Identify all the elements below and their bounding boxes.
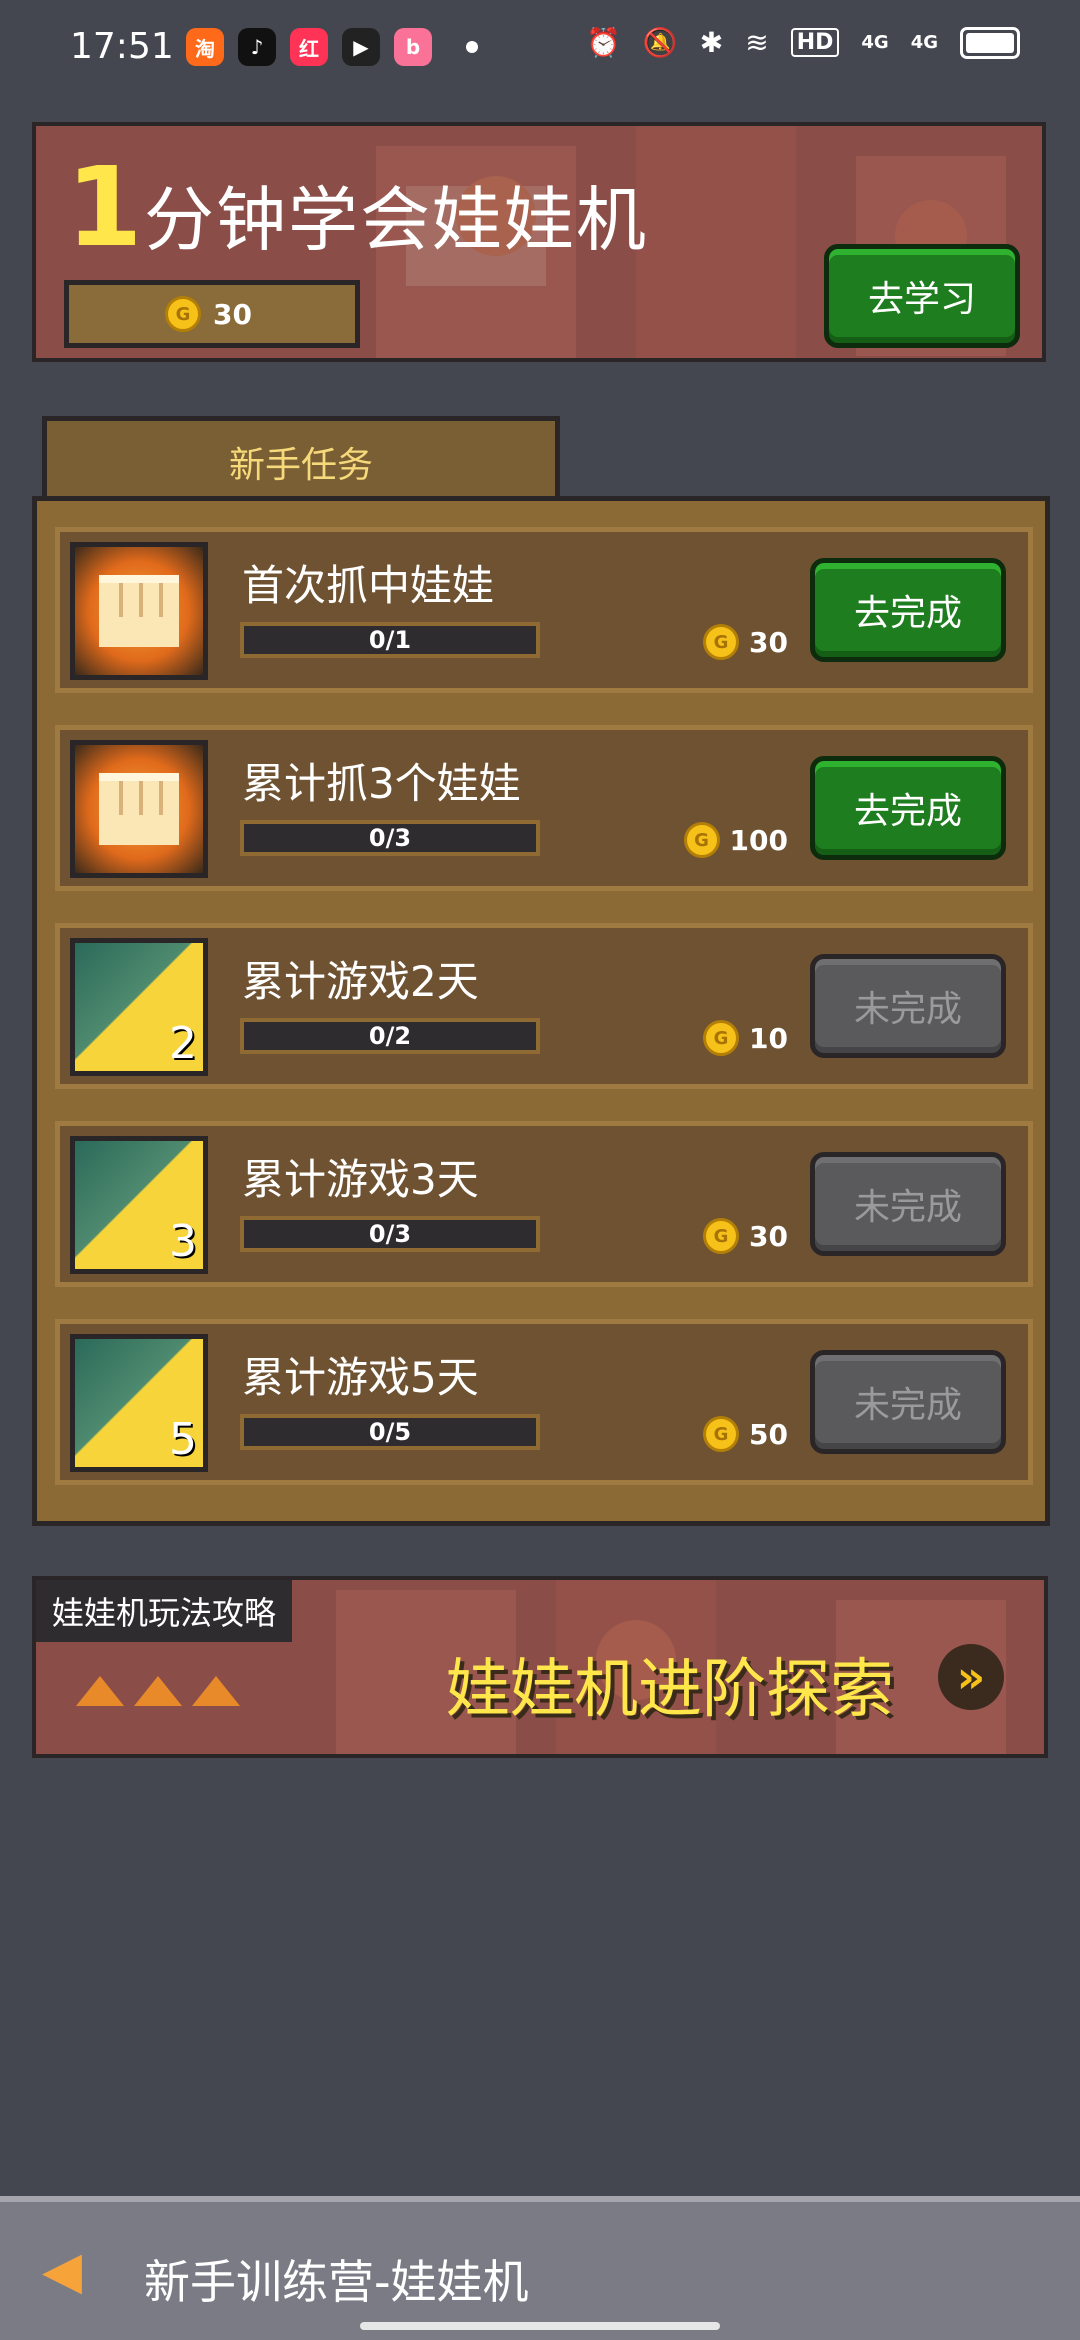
task-progress: 0/5 — [240, 1414, 540, 1450]
task-reward-amount: 50 — [749, 1417, 788, 1451]
task-day-number: 5 — [169, 1414, 197, 1465]
go-learn-button[interactable]: 去学习 — [824, 244, 1020, 348]
tab-newbie-tasks[interactable]: 新手任务 — [42, 416, 560, 502]
guide-label: 娃娃机玩法攻略 — [36, 1580, 293, 1642]
status-bar: 17:51 淘 ♪ 红 ▶ b ⏰ 🔕 ✱ ≋ HD 4G 4G — [0, 0, 1080, 96]
taobao-icon: 淘 — [186, 28, 224, 66]
coin-icon: G — [703, 624, 740, 660]
task-reward-amount: 30 — [749, 625, 788, 659]
go-complete-button[interactable]: 去完成 — [810, 756, 1006, 860]
fist-icon — [70, 542, 208, 680]
task-progress: 0/3 — [240, 1216, 540, 1252]
task-name: 累计游戏5天 — [242, 1353, 479, 1402]
task-progress: 0/3 — [240, 820, 540, 856]
task-name: 累计游戏2天 — [242, 957, 479, 1006]
incomplete-button: 未完成 — [810, 1350, 1006, 1454]
fast-forward-icon[interactable]: » — [938, 1644, 1004, 1710]
task-reward-amount: 100 — [729, 823, 788, 857]
bottom-bar: ◀ 新手训练营-娃娃机 — [0, 2196, 1080, 2340]
status-time: 17:51 — [70, 26, 174, 67]
back-arrow-icon[interactable]: ◀ — [42, 2245, 102, 2297]
advanced-guide-banner[interactable]: 娃娃机玩法攻略 娃娃机进阶探索 » — [32, 1576, 1048, 1758]
up-arrows-icon — [76, 1676, 240, 1706]
task-item: 累计抓3个娃娃 0/3 G 100 去完成 — [55, 725, 1033, 891]
task-reward-amount: 30 — [749, 1219, 788, 1253]
signal-icon: 4G — [910, 32, 938, 53]
signal-icon: 4G — [861, 32, 889, 53]
task-progress: 0/2 — [240, 1018, 540, 1054]
task-reward: G 30 — [703, 624, 788, 660]
learn-banner[interactable]: 1 分钟学会娃娃机 G 30 去学习 — [32, 122, 1046, 362]
douyin-icon: ♪ — [238, 28, 276, 66]
coin-icon: G — [683, 822, 720, 858]
hd-icon: HD — [790, 28, 840, 57]
coin-icon: G — [703, 1020, 740, 1056]
lightning-icon: 5 — [70, 1334, 208, 1472]
battery-icon — [960, 26, 1020, 59]
notification-icons: 淘 ♪ 红 ▶ b — [186, 28, 478, 66]
incomplete-button: 未完成 — [810, 1152, 1006, 1256]
task-name: 首次抓中娃娃 — [242, 561, 495, 610]
task-reward: G 10 — [703, 1020, 788, 1056]
task-name: 累计游戏3天 — [242, 1155, 479, 1204]
fist-icon — [70, 740, 208, 878]
banner-coin-amount: 30 — [213, 297, 252, 331]
incomplete-button: 未完成 — [810, 954, 1006, 1058]
banner-title: 分钟学会娃娃机 — [144, 179, 648, 261]
app-icon: ▶ — [342, 28, 380, 66]
guide-title: 娃娃机进阶探索 — [446, 1653, 894, 1727]
lightning-icon: 2 — [70, 938, 208, 1076]
mute-icon: 🔕 — [642, 26, 678, 59]
xiaohongshu-icon: 红 — [290, 28, 328, 66]
banner-number: 1 — [66, 143, 143, 271]
task-item: 3 累计游戏3天 0/3 G 30 未完成 — [55, 1121, 1033, 1287]
task-day-number: 3 — [169, 1216, 197, 1267]
alarm-icon: ⏰ — [586, 26, 621, 59]
system-icons: ⏰ 🔕 ✱ ≋ HD 4G 4G — [586, 26, 1020, 59]
task-item: 2 累计游戏2天 0/2 G 10 未完成 — [55, 923, 1033, 1089]
wifi-icon: ≋ — [745, 26, 769, 59]
task-day-number: 2 — [169, 1018, 197, 1069]
more-notifications-icon — [466, 41, 478, 53]
task-panel: 首次抓中娃娃 0/1 G 30 去完成 累计抓3个娃娃 0/3 G 100 去完… — [32, 496, 1050, 1526]
task-reward: G 100 — [683, 822, 788, 858]
bluetooth-icon: ✱ — [699, 26, 724, 59]
lightning-icon: 3 — [70, 1136, 208, 1274]
page-title: 新手训练营-娃娃机 — [144, 2255, 529, 2309]
go-complete-button[interactable]: 去完成 — [810, 558, 1006, 662]
home-indicator[interactable] — [360, 2322, 720, 2330]
coin-icon: G — [703, 1416, 740, 1452]
task-reward: G 30 — [703, 1218, 788, 1254]
task-reward-amount: 10 — [749, 1021, 788, 1055]
task-progress: 0/1 — [240, 622, 540, 658]
task-item: 5 累计游戏5天 0/5 G 50 未完成 — [55, 1319, 1033, 1485]
task-reward: G 50 — [703, 1416, 788, 1452]
banner-coin-box: G 30 — [64, 280, 360, 348]
coin-icon: G — [703, 1218, 740, 1254]
task-name: 累计抓3个娃娃 — [242, 759, 521, 808]
coin-icon: G — [165, 296, 201, 332]
bilibili-icon: b — [394, 28, 432, 66]
task-item: 首次抓中娃娃 0/1 G 30 去完成 — [55, 527, 1033, 693]
